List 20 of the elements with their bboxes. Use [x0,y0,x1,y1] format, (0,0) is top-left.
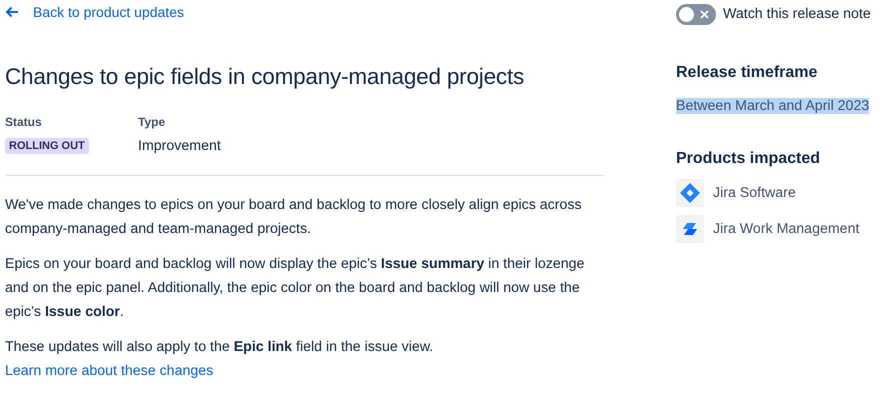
watch-label: Watch this release note [723,5,871,24]
release-timeframe: Between March and April 2023 [676,98,870,114]
back-link[interactable]: Back to product updates [5,1,605,23]
field-value: Improvement [138,137,221,155]
field-label: Type [138,114,166,131]
page-title: Changes to epic fields in company-managed projects [5,63,526,91]
back-arrow-icon [5,6,19,18]
learn-more-link[interactable]: Learn more about these changes [5,363,214,379]
product-logo-icon [676,215,704,244]
field-label: Status [5,114,43,131]
product-name: Jira Work Management [713,220,860,239]
section-heading: Products impacted [676,149,822,170]
section-heading: Release timeframe [676,63,818,84]
status-lozenge: ROLLING OUT [5,138,89,154]
paragraph: These updates will also apply to the Epic link field in the issue view. Learn more about these changes [5,338,434,381]
paragraph: Epics on your board and backlog will now display the epic’s Issue summary in their lozenge and on the epic panel. Additionally, the epic color on the board and backlog will now use the epic’s Issue color. [5,255,586,322]
paragraph: We've made changes to epics on your board and backlog to more closely align epics across company-managed and team-managed projects. [5,196,583,239]
cross-icon [700,10,709,20]
watch-toggle[interactable] [676,4,716,26]
product-name: Jira Software [713,184,796,203]
